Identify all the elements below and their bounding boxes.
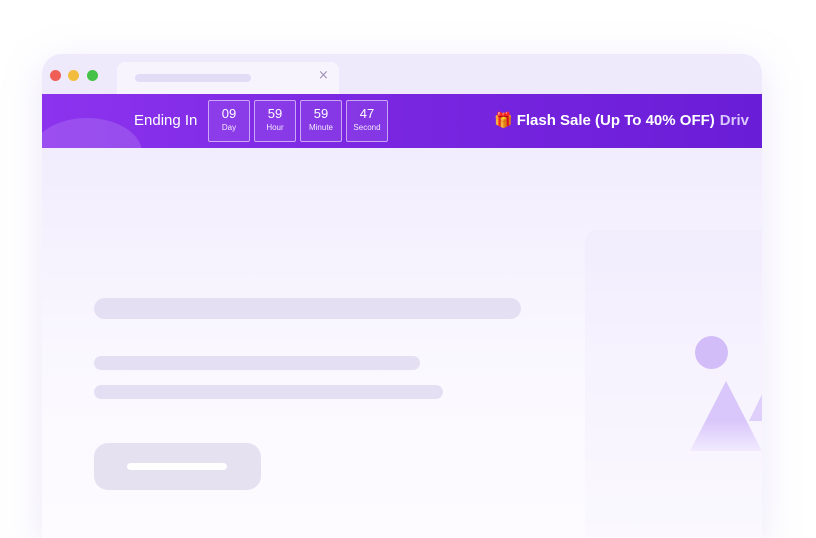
image-placeholder-card	[585, 230, 762, 538]
countdown-days: 09 Day	[208, 100, 250, 142]
skeleton-text-line	[94, 356, 420, 370]
countdown-days-unit: Day	[221, 123, 237, 132]
close-window-button[interactable]	[50, 70, 61, 81]
countdown-seconds: 47 Second	[346, 100, 388, 142]
countdown-days-value: 09	[221, 106, 237, 121]
decorative-blob	[42, 118, 142, 148]
sun-icon	[695, 336, 728, 369]
gift-icon: 🎁	[494, 112, 513, 129]
countdown-hours-unit: Hour	[266, 123, 284, 132]
flash-sale-trailing: Driv	[719, 112, 749, 129]
countdown-seconds-value: 47	[359, 106, 375, 121]
countdown-hours: 59 Hour	[254, 100, 296, 142]
countdown-minutes-unit: Minute	[308, 123, 333, 132]
mountain-icon	[749, 376, 762, 421]
tab-title-placeholder	[135, 74, 251, 82]
image-fade	[585, 420, 762, 460]
ending-in-label: Ending In	[134, 112, 198, 129]
flash-sale-text[interactable]: 🎁 Flash Sale (Up To 40% OFF) Driv	[494, 94, 749, 148]
skeleton-text-line	[94, 385, 443, 399]
countdown-minutes: 59 Minute	[300, 100, 342, 142]
browser-titlebar: ×	[42, 54, 762, 94]
close-icon[interactable]: ×	[318, 68, 329, 84]
countdown-hours-value: 59	[267, 106, 283, 121]
browser-tab[interactable]: ×	[117, 62, 339, 94]
skeleton-heading	[94, 298, 521, 319]
skeleton-button-label	[127, 463, 227, 470]
promo-banner[interactable]: Ending In 09 Day 59 Hour 59 Minute 47 Se…	[42, 94, 762, 148]
skeleton-button[interactable]	[94, 443, 261, 490]
maximize-window-button[interactable]	[87, 70, 98, 81]
countdown-seconds-unit: Second	[353, 123, 381, 132]
countdown-minutes-value: 59	[313, 106, 329, 121]
browser-window: × Ending In 09 Day 59 Hour 59 Minute 47 …	[42, 54, 762, 538]
flash-sale-label: Flash Sale (Up To 40% OFF)	[516, 112, 715, 129]
minimize-window-button[interactable]	[68, 70, 79, 81]
